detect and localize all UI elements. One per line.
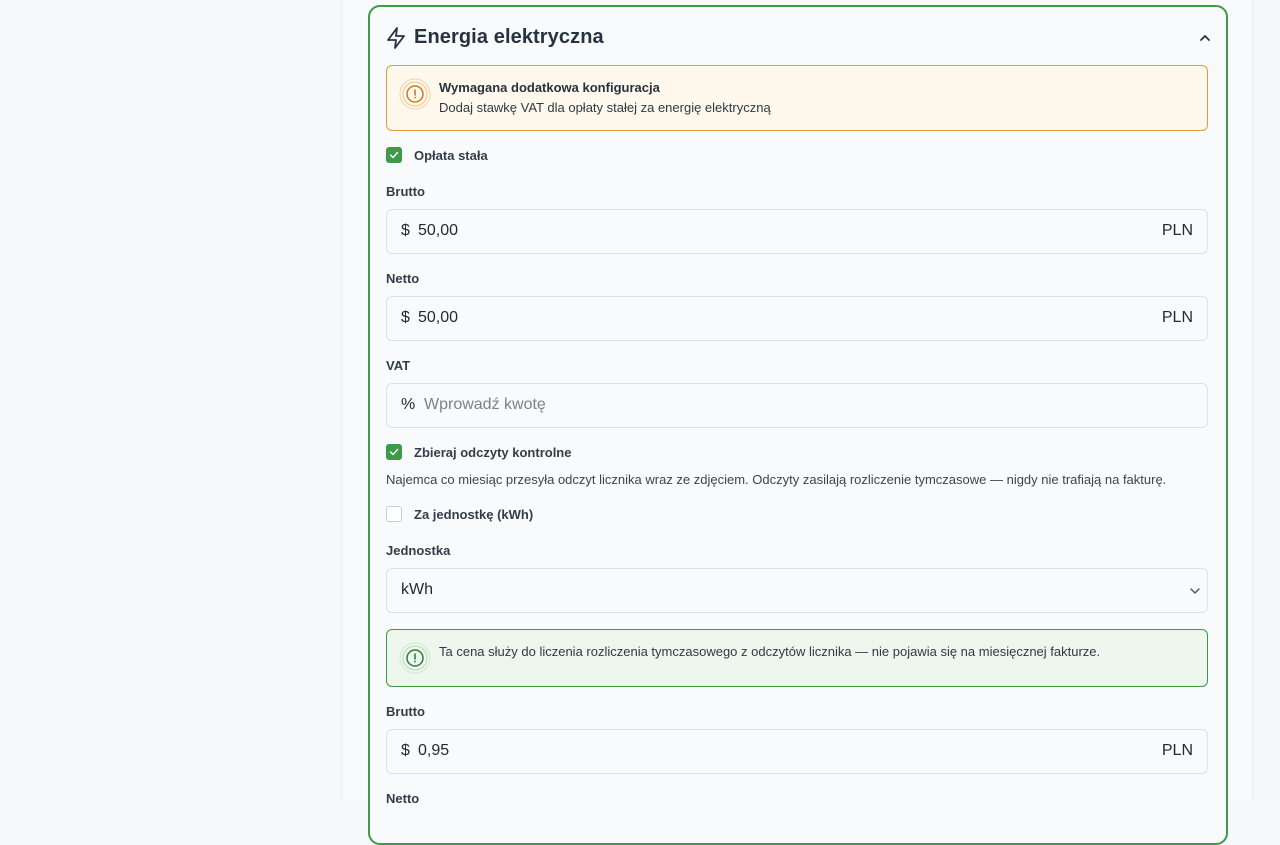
readings-help-text: Najemca co miesiąc przesyła odczyt liczn… xyxy=(386,472,1167,487)
info-text: Ta cena służy do liczenia rozliczenia ty… xyxy=(439,644,1101,659)
bolt-icon xyxy=(387,27,405,49)
fixed-gross-input[interactable]: $ 50,00 PLN xyxy=(386,209,1208,254)
unit-select[interactable]: kWh xyxy=(386,568,1208,613)
fixed-fee-label: Opłata stała xyxy=(414,148,488,163)
fixed-net-value: 50,00 xyxy=(418,309,459,326)
unit-label: Jednostka xyxy=(386,543,451,558)
unit-gross-input[interactable]: $ 0,95 PLN xyxy=(386,729,1208,774)
warning-title: Wymagana dodatkowa konfiguracja xyxy=(439,80,660,95)
vat-input[interactable]: % Wprowadź kwotę xyxy=(386,383,1208,428)
readings-checkbox-row[interactable]: Zbieraj odczyty kontrolne xyxy=(386,444,646,462)
per-unit-checkbox[interactable] xyxy=(386,506,402,522)
currency-prefix: $ xyxy=(401,222,410,239)
alert-circle-icon xyxy=(399,642,431,674)
chevron-down-icon xyxy=(1190,588,1200,594)
fixed-gross-value: 50,00 xyxy=(418,222,459,239)
per-unit-label: Za jednostkę (kWh) xyxy=(414,507,534,522)
unit-gross-value: 0,95 xyxy=(418,742,450,759)
per-unit-checkbox-row[interactable]: Za jednostkę (kWh) xyxy=(386,506,606,524)
currency-suffix: PLN xyxy=(1161,309,1193,326)
fixed-gross-label: Brutto xyxy=(386,184,425,199)
readings-checkbox[interactable] xyxy=(386,444,402,460)
unit-net-label: Netto xyxy=(386,791,420,806)
check-icon xyxy=(389,151,399,159)
currency-prefix: $ xyxy=(401,742,410,759)
fixed-fee-checkbox[interactable] xyxy=(386,147,402,163)
vat-placeholder: Wprowadź kwotę xyxy=(424,396,546,413)
check-icon xyxy=(389,448,399,456)
currency-suffix: PLN xyxy=(1161,742,1193,759)
fixed-net-label: Netto xyxy=(386,271,420,286)
unit-gross-label: Brutto xyxy=(386,704,425,719)
chevron-up-icon[interactable] xyxy=(1198,31,1212,45)
currency-suffix: PLN xyxy=(1161,222,1193,239)
fixed-net-input[interactable]: $ 50,00 PLN xyxy=(386,296,1208,341)
percent-prefix: % xyxy=(401,396,416,413)
vat-warning-alert: Wymagana dodatkowa konfiguracja Dodaj st… xyxy=(386,65,1208,131)
section-title: Energia elektryczna xyxy=(414,26,604,48)
right-gutter xyxy=(1252,0,1280,800)
unit-select-value: kWh xyxy=(401,581,433,598)
fixed-fee-checkbox-row[interactable]: Opłata stała xyxy=(386,147,586,165)
interim-price-info-alert: Ta cena służy do liczenia rozliczenia ty… xyxy=(386,629,1208,687)
vat-label: VAT xyxy=(386,358,411,373)
alert-circle-icon xyxy=(399,78,431,110)
left-panel xyxy=(0,0,342,800)
readings-label: Zbieraj odczyty kontrolne xyxy=(414,445,572,460)
currency-prefix: $ xyxy=(401,309,410,326)
section-header[interactable]: Energia elektryczna xyxy=(386,24,1216,52)
warning-text: Dodaj stawkę VAT dla opłaty stałej za en… xyxy=(439,100,771,115)
